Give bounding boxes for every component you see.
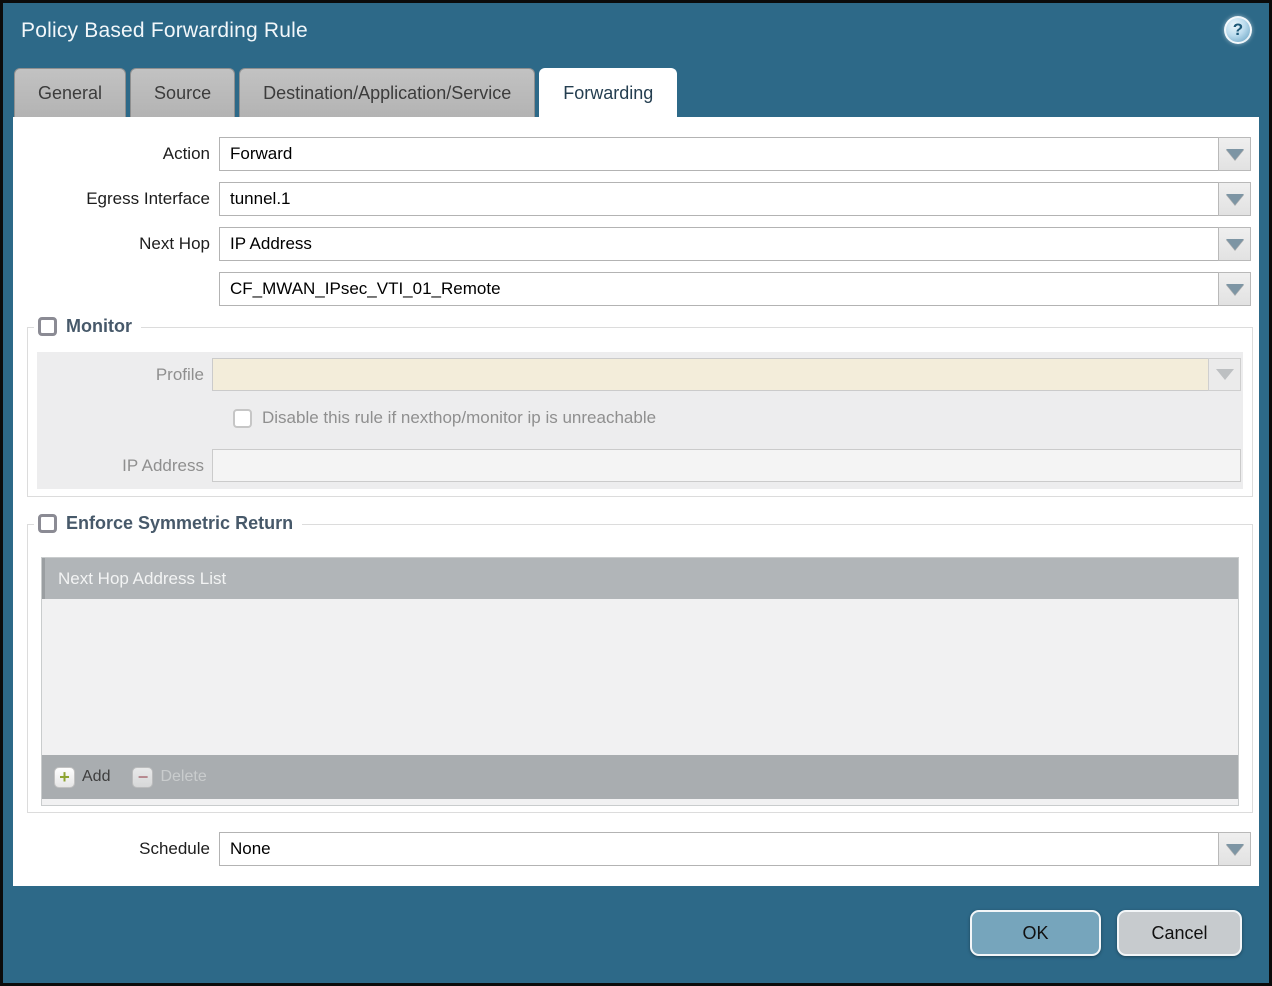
monitor-fieldset: Monitor Profile Disable this rule if nex… xyxy=(27,327,1253,497)
action-dropdown-trigger[interactable] xyxy=(1218,137,1251,171)
next-hop-dropdown-trigger[interactable] xyxy=(1218,227,1251,261)
delete-icon: − xyxy=(132,767,153,788)
monitor-ip-address-row: IP Address xyxy=(37,449,1243,482)
egress-interface-row: Egress Interface xyxy=(13,182,1259,216)
delete-button-label: Delete xyxy=(160,768,206,786)
tab-forwarding[interactable]: Forwarding xyxy=(539,68,677,117)
monitor-legend: Monitor xyxy=(34,316,141,337)
schedule-row: Schedule xyxy=(13,832,1259,866)
next-hop-combo xyxy=(219,227,1251,261)
egress-interface-combo xyxy=(219,182,1251,216)
forwarding-tab-panel: Action Egress Interface Next Hop xyxy=(13,117,1259,886)
tab-general-label: General xyxy=(38,83,102,104)
delete-button: − Delete xyxy=(132,767,206,788)
footer-buttons: OK Cancel xyxy=(970,910,1242,956)
enforce-symmetric-return-legend-label: Enforce Symmetric Return xyxy=(66,513,293,534)
next-hop-label: Next Hop xyxy=(13,234,219,254)
add-icon: + xyxy=(54,767,75,788)
pbf-rule-dialog: Policy Based Forwarding Rule ? General S… xyxy=(3,3,1269,983)
profile-combo xyxy=(212,358,1241,391)
enforce-symmetric-return-fieldset: Enforce Symmetric Return Next Hop Addres… xyxy=(27,524,1253,813)
chevron-down-icon xyxy=(1226,239,1244,250)
chevron-down-icon xyxy=(1226,149,1244,160)
action-combo xyxy=(219,137,1251,171)
profile-dropdown-trigger xyxy=(1208,358,1241,391)
chevron-down-icon xyxy=(1216,369,1234,380)
table-toolbar: + Add − Delete xyxy=(42,755,1238,799)
profile-label: Profile xyxy=(37,365,212,385)
schedule-label: Schedule xyxy=(13,839,219,859)
tab-bar: General Source Destination/Application/S… xyxy=(14,68,677,117)
monitor-legend-label: Monitor xyxy=(66,316,132,337)
add-button-label: Add xyxy=(82,768,110,786)
egress-interface-dropdown-trigger[interactable] xyxy=(1218,182,1251,216)
add-button[interactable]: + Add xyxy=(54,767,110,788)
enforce-symmetric-return-legend: Enforce Symmetric Return xyxy=(34,513,302,534)
chevron-down-icon xyxy=(1226,194,1244,205)
table-body xyxy=(42,599,1238,755)
disable-rule-row: Disable this rule if nexthop/monitor ip … xyxy=(233,408,1243,428)
help-icon[interactable]: ? xyxy=(1224,16,1252,44)
schedule-input[interactable] xyxy=(219,832,1218,866)
schedule-dropdown-trigger[interactable] xyxy=(1218,832,1251,866)
profile-row: Profile xyxy=(37,358,1243,391)
action-input[interactable] xyxy=(219,137,1218,171)
next-hop-address-list-table: Next Hop Address List + Add − Delete xyxy=(41,557,1239,806)
table-bottom-strip xyxy=(42,799,1238,805)
next-hop-address-dropdown-trigger[interactable] xyxy=(1218,272,1251,306)
next-hop-row: Next Hop xyxy=(13,227,1259,261)
schedule-combo xyxy=(219,832,1251,866)
egress-interface-label: Egress Interface xyxy=(13,189,219,209)
cancel-button[interactable]: Cancel xyxy=(1117,910,1242,956)
titlebar: Policy Based Forwarding Rule ? xyxy=(3,3,1269,69)
chevron-down-icon xyxy=(1226,844,1244,855)
enforce-symmetric-return-checkbox[interactable] xyxy=(38,514,57,533)
tab-destination-application-service[interactable]: Destination/Application/Service xyxy=(239,68,535,117)
ok-button[interactable]: OK xyxy=(970,910,1101,956)
next-hop-address-input[interactable] xyxy=(219,272,1218,306)
monitor-panel: Profile Disable this rule if nexthop/mon… xyxy=(37,352,1243,489)
next-hop-address-row xyxy=(13,272,1259,306)
monitor-ip-address-label: IP Address xyxy=(37,456,212,476)
monitor-checkbox[interactable] xyxy=(38,317,57,336)
tab-source-label: Source xyxy=(154,83,211,104)
table-header-label: Next Hop Address List xyxy=(58,569,226,589)
table-header: Next Hop Address List xyxy=(42,558,1238,599)
next-hop-address-combo xyxy=(219,272,1251,306)
disable-rule-checkbox xyxy=(233,409,252,428)
help-icon-glyph: ? xyxy=(1233,20,1243,40)
tab-source[interactable]: Source xyxy=(130,68,235,117)
tab-general[interactable]: General xyxy=(14,68,126,117)
profile-input xyxy=(212,358,1208,391)
monitor-ip-address-input xyxy=(212,449,1241,482)
chevron-down-icon xyxy=(1226,284,1244,295)
dialog-title: Policy Based Forwarding Rule xyxy=(21,19,308,43)
disable-rule-label: Disable this rule if nexthop/monitor ip … xyxy=(262,408,656,428)
action-label: Action xyxy=(13,144,219,164)
tab-destination-application-service-label: Destination/Application/Service xyxy=(263,83,511,104)
egress-interface-input[interactable] xyxy=(219,182,1218,216)
tab-forwarding-label: Forwarding xyxy=(563,83,653,104)
next-hop-input[interactable] xyxy=(219,227,1218,261)
action-row: Action xyxy=(13,137,1259,171)
